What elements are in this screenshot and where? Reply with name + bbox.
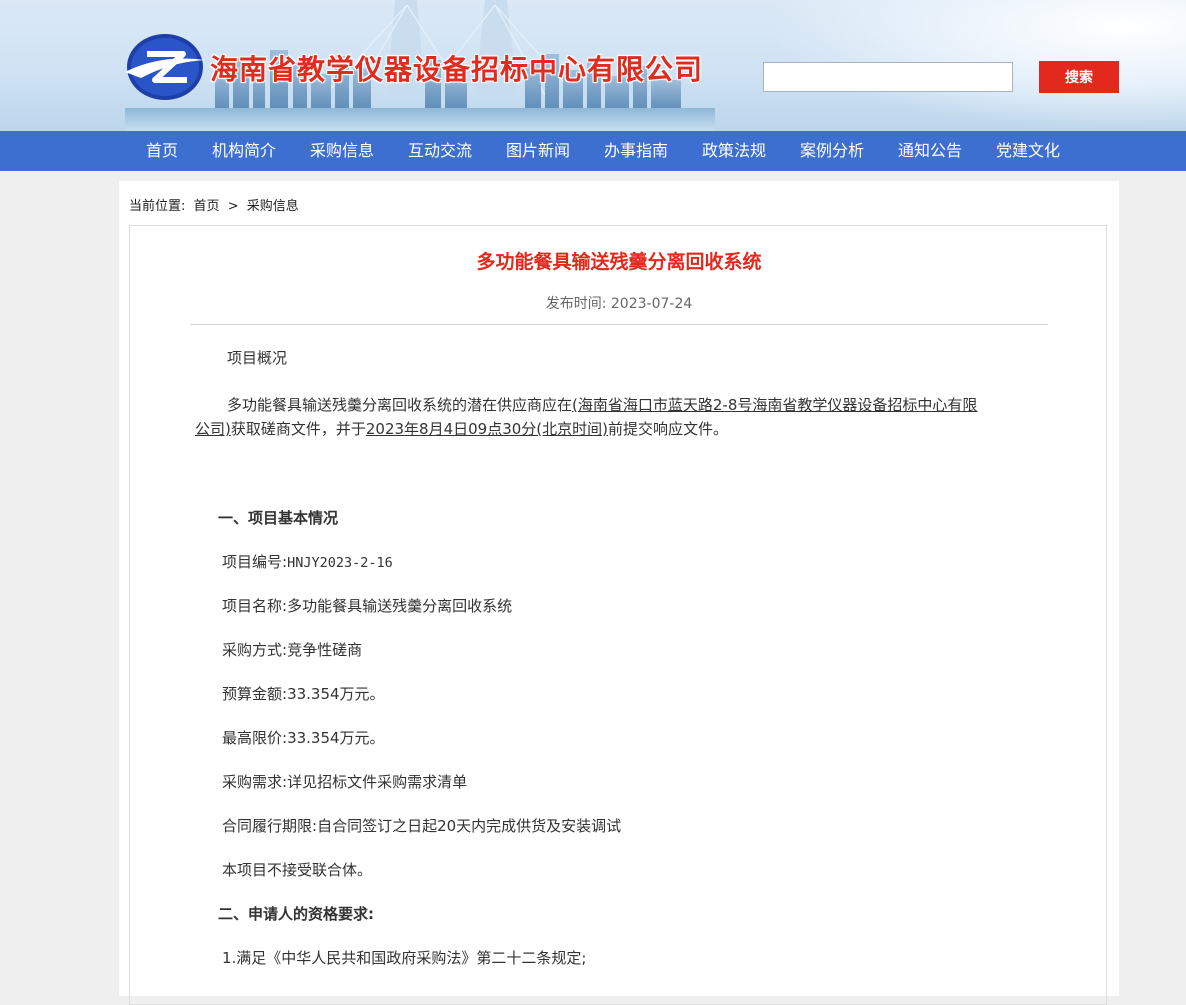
header-banner: 海南省教学仪器设备招标中心有限公司 搜索	[0, 0, 1186, 131]
intro-address: (海南省海口市蓝天路2-8号海南省教学仪器设备招标中心有限	[572, 396, 978, 414]
requirement-1: 1.满足《中华人民共和国政府采购法》第二十二条规定;	[222, 949, 587, 967]
overview-heading: 项目概况	[227, 349, 288, 367]
breadcrumb-separator: >	[227, 199, 239, 214]
breadcrumb-current-link[interactable]: 采购信息	[247, 199, 299, 214]
breadcrumb-label: 当前位置:	[129, 199, 186, 214]
intro-text-2: 获取磋商文件，并于	[230, 420, 366, 438]
demand-value: 详见招标文件采购需求清单	[287, 773, 468, 791]
article-box: 多功能餐具输送残羹分离回收系统 发布时间: 2023-07-24 项目概况 多功…	[129, 225, 1107, 1005]
project-number-row: 项目编号:HNJY2023-2-16	[222, 550, 393, 575]
nav-item-about[interactable]: 机构简介	[212, 131, 276, 171]
search-button[interactable]: 搜索	[1039, 61, 1119, 93]
title-divider	[190, 324, 1048, 325]
budget-row: 预算金额:33.354万元。	[222, 682, 385, 706]
z-logo-icon	[125, 34, 205, 100]
nav-item-home[interactable]: 首页	[146, 131, 178, 171]
intro-line-1: 多功能餐具输送残羹分离回收系统的潜在供应商应在(海南省海口市蓝天路2-8号海南省…	[227, 393, 1077, 417]
contract-term-row: 合同履行期限:自合同签订之日起20天内完成供货及安装调试	[222, 814, 621, 838]
publish-date-line: 发布时间: 2023-07-24	[130, 293, 1108, 313]
search-input[interactable]	[763, 62, 1013, 92]
project-number-value: HNJY2023-2-16	[287, 555, 393, 571]
project-name-row: 项目名称:多功能餐具输送残羹分离回收系统	[222, 594, 512, 618]
intro-line-2: 公司)获取磋商文件，并于2023年8月4日09点30分(北京时间)前提交响应文件…	[195, 417, 1075, 441]
nav-item-procurement[interactable]: 采购信息	[310, 131, 374, 171]
consortium-note: 本项目不接受联合体。	[222, 861, 373, 879]
contract-term-value: 自合同签订之日起20天内完成供货及安装调试	[317, 817, 622, 835]
max-price-value: 33.354万元。	[287, 729, 385, 747]
publish-date: 2023-07-24	[610, 296, 693, 312]
publish-label: 发布时间:	[545, 296, 607, 312]
nav-item-guide[interactable]: 办事指南	[604, 131, 668, 171]
main-nav: 首页 机构简介 采购信息 互动交流 图片新闻 办事指南 政策法规 案例分析 通知…	[0, 131, 1186, 171]
nav-item-photo-news[interactable]: 图片新闻	[506, 131, 570, 171]
procurement-method-value: 竞争性磋商	[287, 641, 363, 659]
site-title: 海南省教学仪器设备招标中心有限公司	[210, 53, 704, 86]
nav-item-notices[interactable]: 通知公告	[898, 131, 962, 171]
contract-term-label: 合同履行期限:	[222, 817, 318, 835]
breadcrumb-home-link[interactable]: 首页	[194, 199, 220, 214]
nav-item-policy[interactable]: 政策法规	[702, 131, 766, 171]
budget-label: 预算金额:	[222, 685, 288, 703]
section-1-heading: 一、项目基本情况	[218, 509, 339, 527]
demand-row: 采购需求:详见招标文件采购需求清单	[222, 770, 467, 794]
nav-item-cases[interactable]: 案例分析	[800, 131, 864, 171]
max-price-row: 最高限价:33.354万元。	[222, 726, 385, 750]
max-price-label: 最高限价:	[222, 729, 288, 747]
nav-item-party-culture[interactable]: 党建文化	[996, 131, 1060, 171]
breadcrumb: 当前位置: 首页 > 采购信息	[129, 195, 303, 214]
intro-text-3: 前提交响应文件。	[608, 420, 729, 438]
procurement-method-row: 采购方式:竞争性磋商	[222, 638, 362, 662]
intro-text-1: 多功能餐具输送残羹分离回收系统的潜在供应商应在	[227, 396, 573, 414]
intro-address-end: 公司)	[195, 420, 231, 438]
intro-deadline: 2023年8月4日09点30分(北京时间)	[365, 420, 609, 438]
article-title: 多功能餐具输送残羹分离回收系统	[476, 251, 762, 273]
nav-item-interaction[interactable]: 互动交流	[408, 131, 472, 171]
content-panel: 当前位置: 首页 > 采购信息 多功能餐具输送残羹分离回收系统 发布时间: 20…	[119, 181, 1119, 1005]
procurement-method-label: 采购方式:	[222, 641, 288, 659]
demand-label: 采购需求:	[222, 773, 288, 791]
project-name-label: 项目名称:	[222, 597, 288, 615]
project-name-value: 多功能餐具输送残羹分离回收系统	[287, 597, 513, 615]
budget-value: 33.354万元。	[287, 685, 385, 703]
project-number-label: 项目编号:	[222, 553, 288, 571]
section-2-heading: 二、申请人的资格要求:	[218, 905, 374, 923]
